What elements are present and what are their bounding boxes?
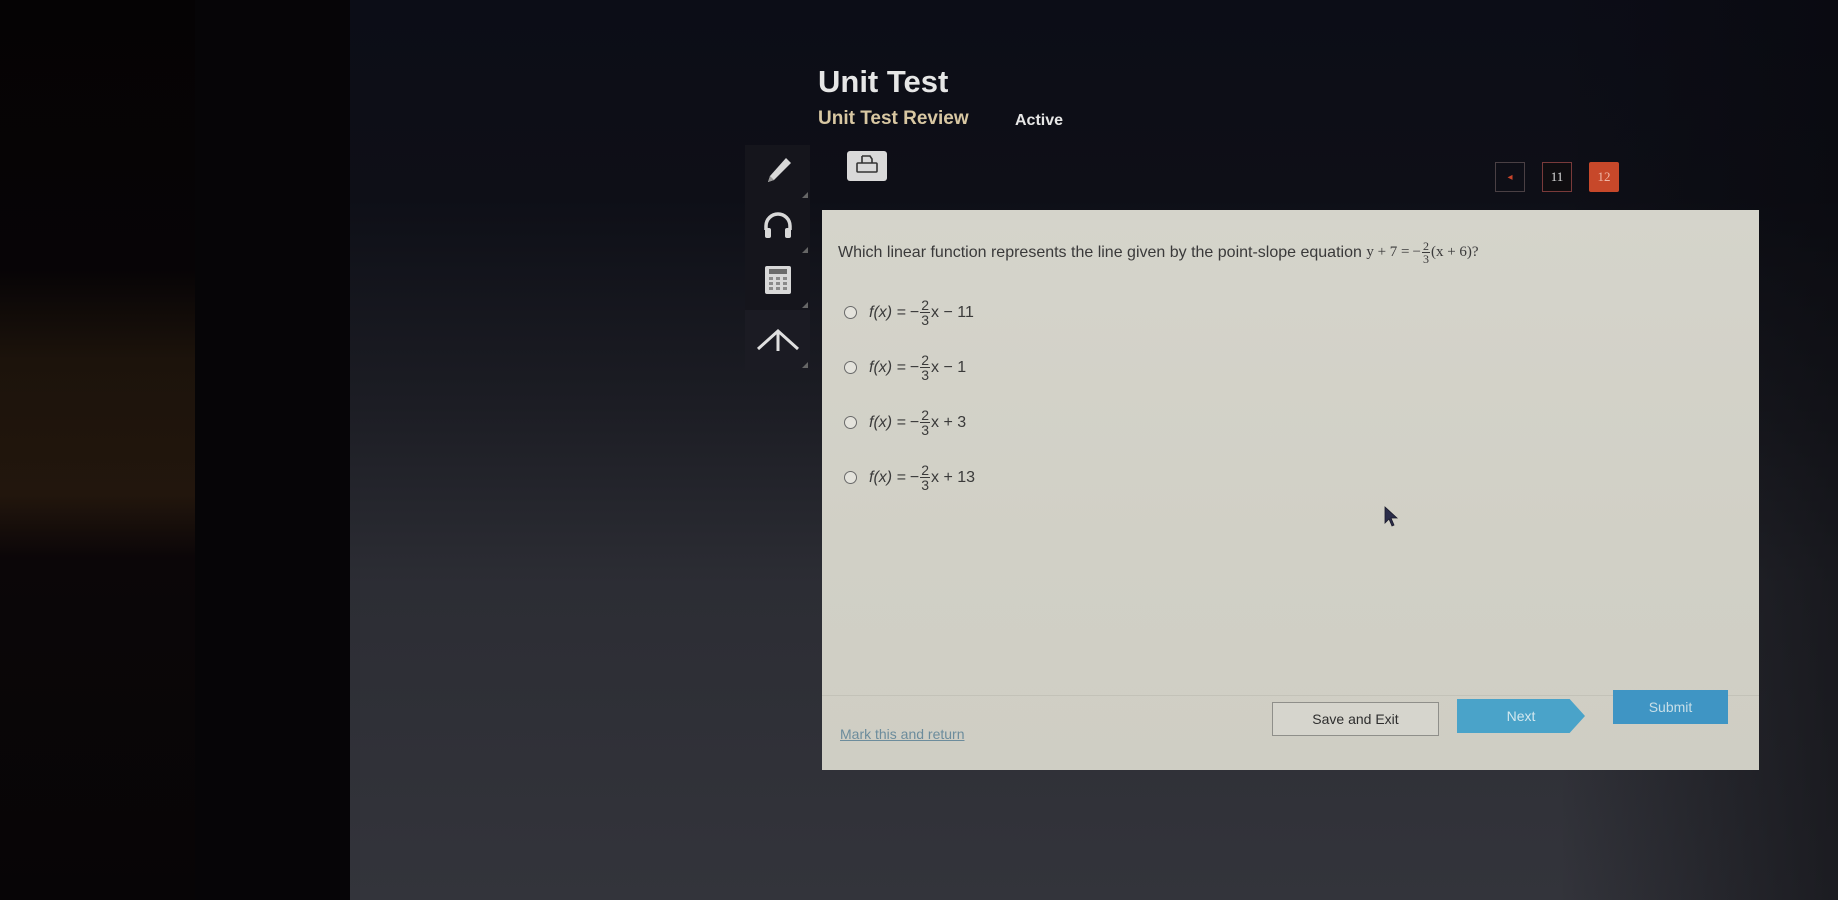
pencil-icon <box>762 154 794 191</box>
question-card: Which linear function represents the lin… <box>822 210 1759 770</box>
choice-suffix: x − 11 <box>931 303 974 321</box>
equation-rhs: (x + 6)? <box>1430 244 1479 260</box>
choice-fraction: 23 <box>920 462 931 493</box>
fraction-denominator: 3 <box>1422 252 1429 266</box>
radio-button[interactable] <box>844 361 857 374</box>
save-and-exit-button[interactable]: Save and Exit <box>1272 702 1439 736</box>
fraction-denominator: 3 <box>921 477 930 493</box>
page-subtitle: Unit Test Review <box>818 108 969 129</box>
choice-expression: f(x) = − 23 x − 1 <box>869 353 966 382</box>
background-room <box>0 0 195 900</box>
choice-expression: f(x) = − 23 x − 11 <box>869 298 974 327</box>
fraction-denominator: 3 <box>921 367 930 383</box>
question-equation: y + 7 = − 2 3 (x + 6)? <box>1366 240 1478 265</box>
choice-expression: f(x) = − 23 x + 3 <box>869 408 966 437</box>
choice-sign: − <box>909 413 920 431</box>
fraction-numerator: 2 <box>920 297 931 313</box>
question-text: Which linear function represents the lin… <box>838 243 1362 261</box>
answer-choice-2[interactable]: f(x) = − 23 x − 1 <box>844 353 966 382</box>
fraction-denominator: 3 <box>921 312 930 328</box>
next-button[interactable]: Next <box>1457 699 1585 733</box>
calculator-icon <box>764 266 791 299</box>
choice-fraction: 23 <box>920 297 931 328</box>
reference-tool-button[interactable] <box>745 310 810 370</box>
laptop-bezel <box>195 0 355 900</box>
pencil-tool-button[interactable] <box>745 145 810 200</box>
radio-button[interactable] <box>844 416 857 429</box>
choice-suffix: x + 13 <box>931 468 976 486</box>
page-12-button-current[interactable]: 12 <box>1589 162 1619 192</box>
formula-arrow-icon <box>756 325 800 356</box>
choice-prefix: f(x) = <box>869 468 906 486</box>
choice-sign: − <box>909 303 920 321</box>
tool-expand-corner <box>802 362 808 368</box>
headphones-icon <box>762 210 794 245</box>
status-badge: Active <box>1015 112 1064 129</box>
choice-fraction: 23 <box>920 407 931 438</box>
radio-button[interactable] <box>844 471 857 484</box>
equation-sign: − <box>1412 244 1421 260</box>
printer-icon <box>855 154 879 179</box>
equation-fraction: 2 3 <box>1421 240 1430 266</box>
choice-prefix: f(x) = <box>869 413 906 431</box>
audio-tool-button[interactable] <box>745 200 810 255</box>
choice-prefix: f(x) = <box>869 358 906 376</box>
tool-expand-corner <box>802 192 808 198</box>
mark-and-return-link[interactable]: Mark this and return <box>840 726 965 742</box>
page-title: Unit Test <box>818 64 949 99</box>
fraction-numerator: 2 <box>920 352 931 368</box>
answer-choice-4[interactable]: f(x) = − 23 x + 13 <box>844 463 975 492</box>
fraction-numerator: 2 <box>920 407 931 423</box>
choice-suffix: x − 1 <box>931 358 967 376</box>
radio-button[interactable] <box>844 306 857 319</box>
tool-expand-corner <box>802 247 808 253</box>
fraction-denominator: 3 <box>921 422 930 438</box>
tool-panel <box>745 145 810 370</box>
choice-prefix: f(x) = <box>869 303 906 321</box>
previous-page-button[interactable]: ◂ <box>1495 162 1525 192</box>
choice-sign: − <box>909 468 920 486</box>
question-prompt: Which linear function represents the lin… <box>838 240 1479 265</box>
tool-expand-corner <box>802 302 808 308</box>
answer-choice-1[interactable]: f(x) = − 23 x − 11 <box>844 298 974 327</box>
mouse-cursor-icon <box>1384 506 1400 533</box>
choice-sign: − <box>909 358 920 376</box>
answer-choice-3[interactable]: f(x) = − 23 x + 3 <box>844 408 966 437</box>
fraction-numerator: 2 <box>920 462 931 478</box>
equation-lhs: y + 7 = <box>1366 244 1410 260</box>
calculator-tool-button[interactable] <box>745 255 810 310</box>
submit-button[interactable]: Submit <box>1613 690 1728 724</box>
print-button[interactable] <box>847 151 887 181</box>
choice-fraction: 23 <box>920 352 931 383</box>
choice-expression: f(x) = − 23 x + 13 <box>869 463 975 492</box>
page-11-button[interactable]: 11 <box>1542 162 1572 192</box>
choice-suffix: x + 3 <box>931 413 967 431</box>
